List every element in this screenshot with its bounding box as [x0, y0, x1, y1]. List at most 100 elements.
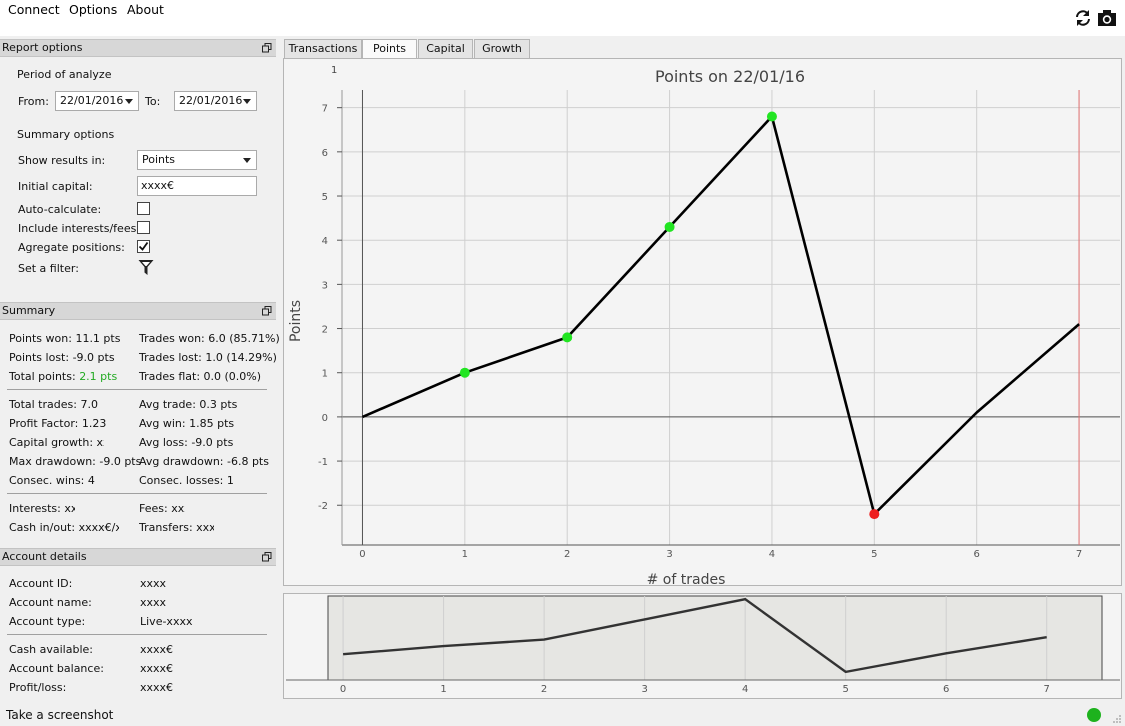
profit-loss-label: Profit/loss: [9, 681, 67, 694]
refresh-icon[interactable] [1073, 8, 1093, 28]
account-type-value: Live-xxxx [140, 615, 193, 628]
account-details-title[interactable]: Account details [0, 548, 276, 566]
cash-available-label: Cash available: [9, 643, 93, 656]
chevron-down-icon [243, 158, 251, 163]
x-tick-label: 2 [564, 549, 570, 560]
overview-chart-frame: 1 0 1 2 3 4 5 6 7 [283, 593, 1122, 699]
points-won: Points won: 11.1 pts [9, 332, 121, 345]
float-icon[interactable] [262, 306, 272, 316]
trades-lost: Trades lost: 1.0 (14.29%) [139, 351, 277, 364]
account-details-title-text: Account details [2, 550, 87, 563]
y-tick-label: -1 [318, 457, 328, 468]
account-type-label: Account type: [9, 615, 86, 628]
filter-icon[interactable] [138, 259, 154, 276]
winning-trade-point [766, 111, 777, 122]
tab-capital[interactable]: Capital [418, 39, 473, 59]
losing-trade-point [869, 509, 880, 520]
overview-plot-area: 0 1 2 3 4 5 6 7 [286, 595, 1120, 695]
divider [7, 634, 267, 635]
menu-options[interactable]: Options [69, 2, 117, 17]
account-name-value: xxxx [140, 596, 167, 609]
x-tick-label: 1 [462, 549, 468, 560]
total-points-label: Total points: [9, 370, 76, 383]
x-tick-label: 7 [1044, 684, 1050, 695]
x-tick-label: 4 [769, 549, 775, 560]
account-details-panel: Account ID: xxxx Account name: xxxx Acco… [0, 567, 278, 702]
menu-about[interactable]: About [127, 2, 164, 17]
avg-win: Avg win: 1.85 pts [139, 417, 235, 430]
report-options-panel: Period of analyze From: 22/01/2016 To: 2… [0, 58, 278, 298]
to-date-select[interactable]: 22/01/2016 [174, 91, 257, 111]
consec-wins: Consec. wins: 4 [9, 474, 95, 487]
status-bar: Take a screenshot [0, 704, 1125, 726]
summary-panel: Points won: 11.1 pts Points lost: -9.0 p… [0, 321, 280, 545]
divider [7, 389, 267, 390]
y-tick-label: -2 [318, 501, 328, 512]
auto-calculate-label: Auto-calculate: [18, 203, 102, 216]
tab-growth[interactable]: Growth [474, 39, 530, 59]
total-points-value: 2.1 pts [79, 370, 118, 383]
x-tick-label: 3 [666, 549, 672, 560]
chevron-down-icon [125, 99, 133, 104]
divider [7, 493, 267, 494]
y-tick-label: 3 [322, 280, 328, 291]
trades-won: Trades won: 6.0 (85.71%) [139, 332, 280, 345]
auto-calculate-checkbox[interactable] [137, 202, 150, 215]
profit-loss-value: xxxx€ [140, 681, 174, 694]
tab-points[interactable]: Points [362, 39, 417, 60]
from-date-select[interactable]: 22/01/2016 [55, 91, 139, 111]
x-tick-label: 0 [359, 549, 365, 560]
account-id-value: xxxx [140, 577, 167, 590]
x-tick-label: 4 [742, 684, 748, 695]
winning-trade-point [459, 367, 470, 378]
show-results-value: Points [142, 153, 176, 166]
total-points: Total points: 2.1 pts [9, 370, 117, 383]
avg-trade: Avg trade: 0.3 pts [139, 398, 238, 411]
to-label: To: [145, 95, 161, 108]
x-axis-label: # of trades [647, 572, 726, 585]
camera-icon[interactable] [1097, 8, 1117, 28]
points-chart[interactable]: 1 Points on 22/01/16 # of trades Points … [284, 59, 1121, 588]
aggregate-checkbox[interactable] [137, 240, 150, 253]
resize-grip-icon[interactable] [1112, 714, 1122, 724]
overview-selection-window [327, 595, 1103, 681]
initial-capital-input[interactable]: xxxx€ [137, 176, 257, 196]
connection-status-indicator [1087, 708, 1101, 722]
profit-factor: Profit Factor: 1.23 [9, 417, 107, 430]
capital-growth: Capital growth: xx% [9, 436, 104, 449]
tab-transactions[interactable]: Transactions [284, 39, 362, 59]
show-results-label: Show results in: [18, 154, 106, 167]
status-text: Take a screenshot [6, 708, 114, 722]
checkmark-icon [138, 241, 149, 251]
cash-in-out: Cash in/out: xxxx€/xxx [9, 521, 119, 534]
account-id-label: Account ID: [9, 577, 73, 590]
x-tick-label: 1 [440, 684, 446, 695]
y-tick-label: 2 [322, 325, 328, 336]
summary-title-text: Summary [2, 304, 56, 317]
overview-chart[interactable]: 1 0 1 2 3 4 5 6 7 [284, 594, 1121, 698]
to-date-value: 22/01/2016 [179, 94, 243, 107]
x-tick-label: 6 [973, 549, 979, 560]
period-label: Period of analyze [17, 68, 112, 81]
transfers: Transfers: xxxx [139, 521, 214, 534]
float-icon[interactable] [262, 552, 272, 562]
summary-options-label: Summary options [17, 128, 115, 141]
y-tick-label: 1 [322, 369, 328, 380]
interests: Interests: xxx [9, 502, 75, 515]
from-label: From: [18, 95, 49, 108]
max-drawdown: Max drawdown: -9.0 pts [9, 455, 142, 468]
avg-drawdown: Avg drawdown: -6.8 pts [139, 455, 269, 468]
filter-label: Set a filter: [18, 262, 79, 275]
summary-title[interactable]: Summary [0, 302, 276, 320]
y-tick-label: 0 [322, 413, 328, 424]
report-options-title[interactable]: Report options [0, 39, 276, 57]
menu-connect[interactable]: Connect [8, 2, 60, 17]
float-icon[interactable] [262, 43, 272, 53]
y-tick-label: 6 [322, 148, 328, 159]
include-interests-checkbox[interactable] [137, 221, 150, 234]
account-balance-label: Account balance: [9, 662, 104, 675]
show-results-select[interactable]: Points [137, 150, 257, 170]
account-balance-value: xxxx€ [140, 662, 174, 675]
cash-available-value: xxxx€ [140, 643, 174, 656]
x-tick-label: 7 [1076, 549, 1082, 560]
